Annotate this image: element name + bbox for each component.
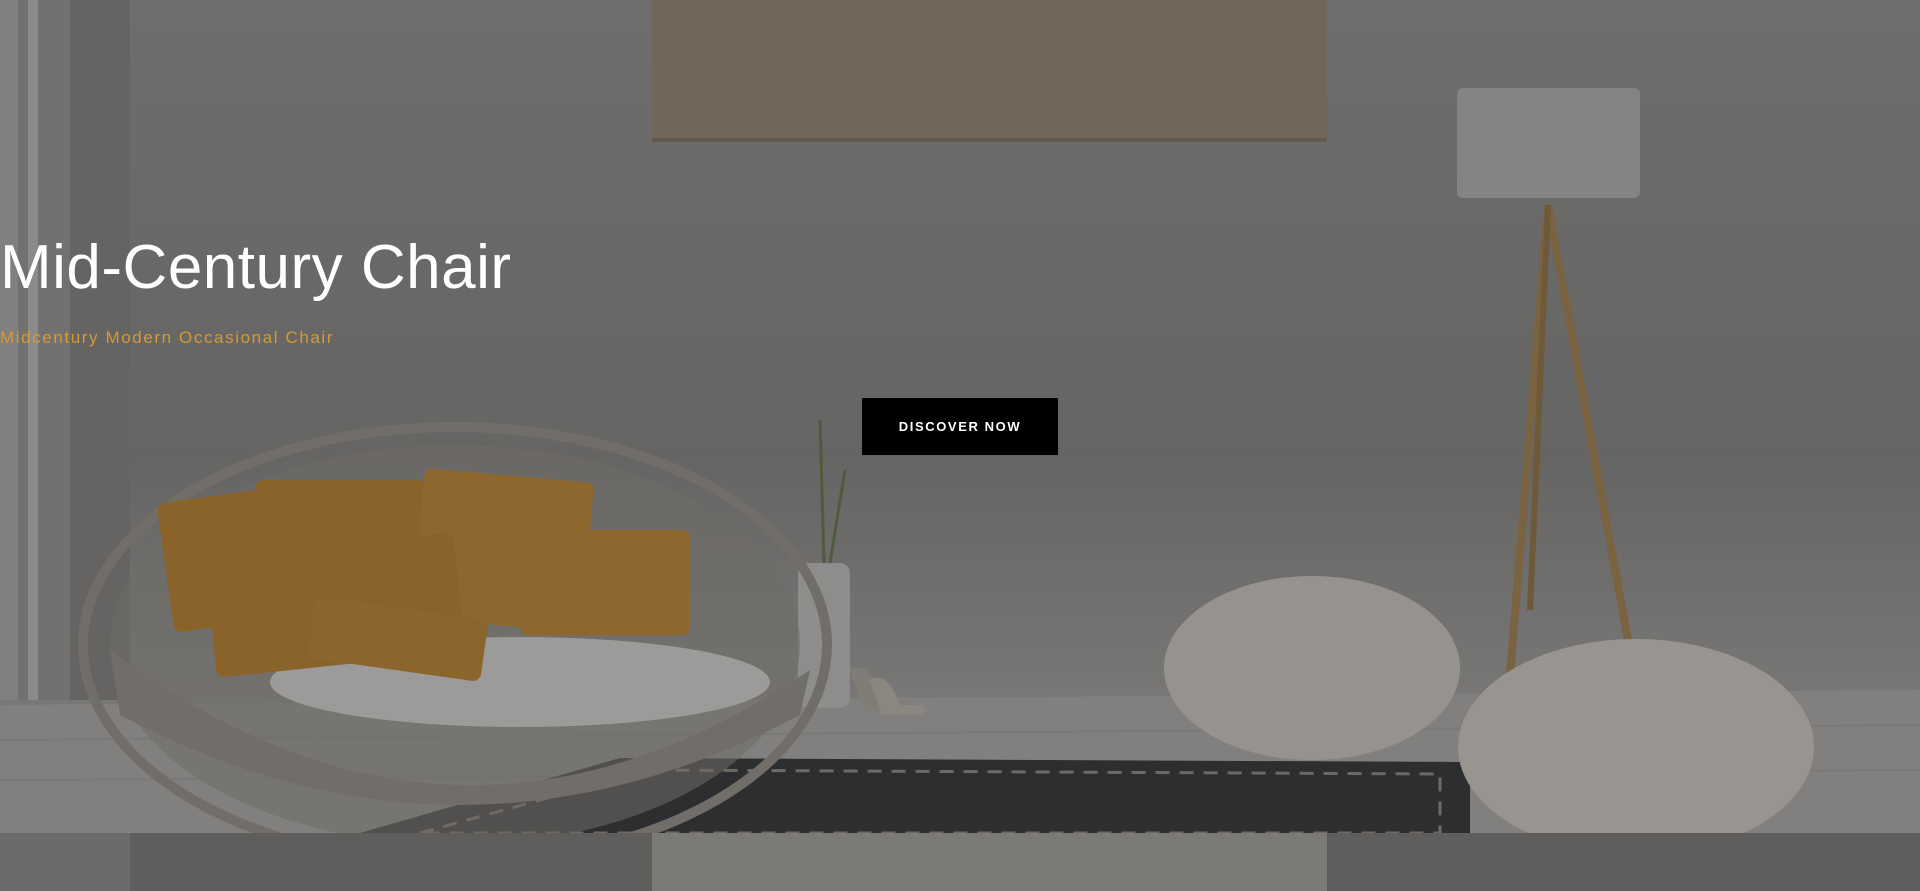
hero-subtitle: Midcentury Modern Occasional Chair: [0, 328, 335, 347]
hero-title: Mid-Century Chair: [0, 233, 512, 302]
hero-slider: Mid-Century Chair Midcentury Modern Occa…: [0, 0, 1920, 833]
discover-now-button[interactable]: DISCOVER NOW: [862, 398, 1058, 455]
next-slide-preview: [0, 833, 1920, 891]
